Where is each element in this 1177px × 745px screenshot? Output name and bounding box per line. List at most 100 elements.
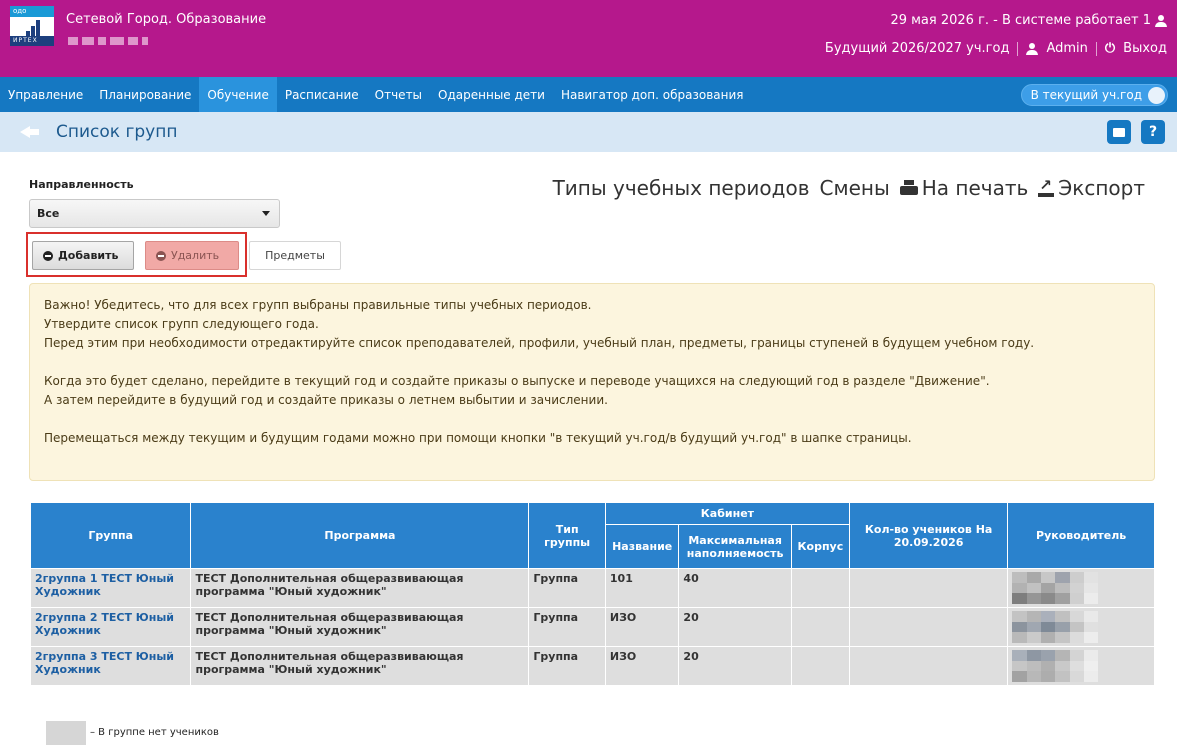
blurred-leader-name <box>1012 611 1099 643</box>
col-header-cabinet: Кабинет <box>604 502 850 525</box>
add-icon <box>43 250 53 261</box>
leader-cell <box>1007 607 1155 647</box>
logo-top-text: одо <box>10 6 54 17</box>
direction-label: Направленность <box>29 178 134 191</box>
notice-line: Перемещаться между текущим и будущим год… <box>44 431 912 445</box>
notice-line: Когда это будет сделано, перейдите в тек… <box>44 374 990 388</box>
main-nav: Управление Планирование Обучение Расписа… <box>0 77 1177 112</box>
online-users-icon[interactable] <box>1155 14 1167 27</box>
year-toggle[interactable]: В текущий уч.год <box>1020 84 1168 106</box>
leader-cell <box>1007 568 1155 608</box>
col-header-cab-name[interactable]: Название <box>604 524 680 569</box>
add-button-label: Добавить <box>58 249 119 262</box>
cab-building-cell <box>790 568 850 608</box>
mail-icon <box>1113 128 1125 137</box>
blurred-org-name <box>68 34 152 45</box>
nav-gifted-children[interactable]: Одаренные дети <box>430 77 553 112</box>
notice-line: А затем перейдите в будущий год и создай… <box>44 393 608 407</box>
delete-button[interactable]: Удалить <box>145 241 239 270</box>
printer-icon <box>899 180 918 196</box>
program-cell: ТЕСТ Дополнительная общеразвивающая прог… <box>190 607 530 647</box>
divider <box>1095 41 1097 56</box>
cab-name-cell: 101 <box>604 568 680 608</box>
export-label: Экспорт <box>1058 176 1145 200</box>
cab-capacity-cell: 20 <box>678 607 792 647</box>
program-cell: ТЕСТ Дополнительная общеразвивающая прог… <box>190 646 530 686</box>
col-header-type[interactable]: Тип группы <box>528 502 606 569</box>
group-link[interactable]: 2группа 1 ТЕСТ Юный Художник <box>29 568 192 608</box>
leader-cell <box>1007 646 1155 686</box>
toggle-knob <box>1148 86 1165 104</box>
table-row: 2группа 1 ТЕСТ Юный Художник ТЕСТ Дополн… <box>29 568 1155 608</box>
notice-line: Важно! Убедитесь, что для всех групп выб… <box>44 298 592 312</box>
shifts-link[interactable]: Смены <box>820 176 890 200</box>
user-icon <box>1026 42 1039 55</box>
col-header-program[interactable]: Программа <box>190 502 530 569</box>
page-title: Список групп <box>56 122 178 142</box>
col-header-students[interactable]: Кол-во учеников На 20.09.2026 <box>848 502 1009 569</box>
type-cell: Группа <box>528 646 606 686</box>
export-icon <box>1038 176 1055 197</box>
user-link[interactable]: Admin <box>1046 41 1087 56</box>
title-bar: Список групп ? <box>0 112 1177 152</box>
nav-reports[interactable]: Отчеты <box>367 77 430 112</box>
cab-building-cell <box>790 646 850 686</box>
nav-navigator[interactable]: Навигатор доп. образования <box>553 77 752 112</box>
students-cell <box>848 568 1009 608</box>
cab-building-cell <box>790 607 850 647</box>
page-actions: Типы учебных периодов Смены На печать Эк… <box>553 176 1145 200</box>
notice-line: Перед этим при необходимости отредактиру… <box>44 336 1035 350</box>
subjects-button[interactable]: Предметы <box>249 241 341 270</box>
students-cell <box>848 607 1009 647</box>
students-cell <box>848 646 1009 686</box>
cab-capacity-cell: 40 <box>678 568 792 608</box>
add-button[interactable]: Добавить <box>32 241 134 270</box>
date-status-text: 29 мая 2026 г. - В системе работает 1 <box>890 13 1151 28</box>
table-row: 2группа 3 ТЕСТ Юный Художник ТЕСТ Дополн… <box>29 646 1155 686</box>
groups-table: Группа Программа Тип группы Кабинет Кол-… <box>29 502 1155 686</box>
power-icon: ⏻ <box>1104 41 1116 56</box>
blurred-leader-name <box>1012 650 1099 682</box>
divider <box>1017 41 1019 56</box>
period-types-link[interactable]: Типы учебных периодов <box>553 176 810 200</box>
logo-bottom-text: ИРТЕХ <box>10 36 54 46</box>
back-arrow-icon[interactable] <box>20 124 40 140</box>
type-cell: Группа <box>528 607 606 647</box>
logo-bars-icon <box>26 20 40 36</box>
app-header: одо ИРТЕХ Сетевой Город. Образование 29 … <box>0 0 1177 77</box>
direction-select[interactable]: Все <box>29 199 280 228</box>
logo: одо ИРТЕХ <box>10 6 54 46</box>
mail-button[interactable] <box>1107 120 1131 144</box>
direction-select-value: Все <box>37 207 60 220</box>
chevron-down-icon <box>262 211 270 216</box>
col-header-cab-capacity[interactable]: Максимальная наполняемость <box>678 524 792 569</box>
year-user-bar: Будущий 2026/2027 уч.год Admin ⏻ Выход <box>825 41 1167 56</box>
group-link[interactable]: 2группа 3 ТЕСТ Юный Художник <box>29 646 192 686</box>
logout-link[interactable]: Выход <box>1123 41 1167 56</box>
col-header-cab-building[interactable]: Корпус <box>790 524 850 569</box>
legend-swatch <box>46 721 86 745</box>
nav-education[interactable]: Обучение <box>199 77 277 112</box>
delete-icon <box>156 250 166 261</box>
cab-name-cell: ИЗО <box>604 607 680 647</box>
year-link[interactable]: Будущий 2026/2027 уч.год <box>825 41 1010 56</box>
delete-button-label: Удалить <box>171 249 220 262</box>
legend-text: – В группе нет учеников <box>90 727 219 738</box>
nav-planning[interactable]: Планирование <box>91 77 199 112</box>
help-button[interactable]: ? <box>1141 120 1165 144</box>
year-toggle-label: В текущий уч.год <box>1030 88 1142 102</box>
nav-schedule[interactable]: Расписание <box>277 77 367 112</box>
type-cell: Группа <box>528 568 606 608</box>
print-link[interactable]: На печать <box>899 176 1029 200</box>
cab-name-cell: ИЗО <box>604 646 680 686</box>
col-header-leader[interactable]: Руководитель <box>1007 502 1155 569</box>
app-title: Сетевой Город. Образование <box>66 12 267 27</box>
col-header-group[interactable]: Группа <box>29 502 192 569</box>
system-status: 29 мая 2026 г. - В системе работает 1 <box>890 13 1167 28</box>
group-link[interactable]: 2группа 2 ТЕСТ Юный Художник <box>29 607 192 647</box>
nav-management[interactable]: Управление <box>0 77 91 112</box>
info-notice: Важно! Убедитесь, что для всех групп выб… <box>29 283 1155 481</box>
notice-line: Утвердите список групп следующего года. <box>44 317 319 331</box>
export-link[interactable]: Экспорт <box>1038 176 1145 200</box>
print-label: На печать <box>921 176 1029 200</box>
